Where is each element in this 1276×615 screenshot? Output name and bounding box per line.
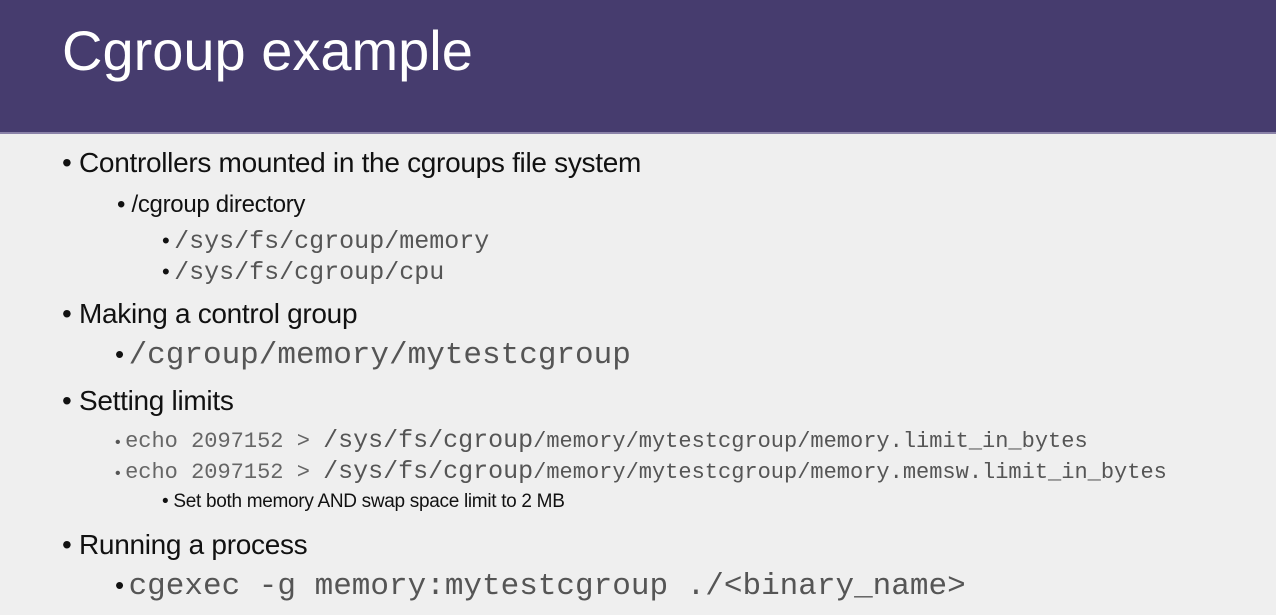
bullet-making: • Making a control group [62,298,358,330]
bullet-text: /sys/fs/cgroup/memory [174,227,490,256]
bullet-icon: • [62,298,72,329]
bullet-icon: • [162,259,170,284]
slide-title: Cgroup example [62,19,473,82]
bullet-cpu-path: • /sys/fs/cgroup/cpu [162,258,444,287]
bullet-icon: • [62,529,72,560]
cmd-echo: echo 2097152 > [125,429,324,454]
bullet-running: • Running a process [62,529,308,561]
bullet-cmd2: • echo 2097152 > /sys/fs/cgroup/memory/m… [115,457,1167,486]
bullet-cmd1: • echo 2097152 > /sys/fs/cgroup/memory/m… [115,426,1088,455]
bullet-text: Set both memory AND swap space limit to … [173,491,565,512]
bullet-text: Running a process [79,529,308,560]
cmd-rest: /memory/mytestcgroup/memory.memsw.limit_… [533,460,1167,485]
bullet-icon: • [62,385,72,416]
bullet-icon: • [162,491,169,512]
bullet-icon: • [115,570,125,600]
cmd-rest: /memory/mytestcgroup/memory.limit_in_byt… [533,429,1088,454]
cmd-root: /sys/fs/cgroup [323,426,534,455]
bullet-running-cmd: • cgexec -g memory:mytestcgroup ./<binar… [115,569,966,604]
bullet-text: cgexec -g memory:mytestcgroup ./<binary_… [128,569,966,604]
cmd-echo: echo 2097152 > [125,460,324,485]
bullet-icon: • [115,434,121,451]
bullet-making-path: • /cgroup/memory/mytestcgroup [115,338,631,373]
slide-header: Cgroup example [0,0,1276,134]
bullet-icon: • [162,228,170,253]
bullet-text: /sys/fs/cgroup/cpu [174,258,445,287]
bullet-mem-path: • /sys/fs/cgroup/memory [162,227,489,256]
bullet-cgroup-dir: • /cgroup directory [117,191,305,219]
bullet-cmd-note: • Set both memory AND swap space limit t… [162,491,565,513]
cmd-root: /sys/fs/cgroup [323,457,534,486]
bullet-text: Controllers mounted in the cgroups file … [79,147,642,178]
bullet-text: Making a control group [79,298,358,329]
bullet-setting: • Setting limits [62,385,234,417]
bullet-icon: • [117,191,126,218]
bullet-text: /cgroup/memory/mytestcgroup [128,338,631,373]
bullet-icon: • [115,339,125,369]
bullet-icon: • [115,465,121,482]
bullet-icon: • [62,147,72,178]
bullet-text: Setting limits [79,385,234,416]
bullet-text: /cgroup directory [131,191,306,218]
bullet-controllers: • Controllers mounted in the cgroups fil… [62,147,641,179]
